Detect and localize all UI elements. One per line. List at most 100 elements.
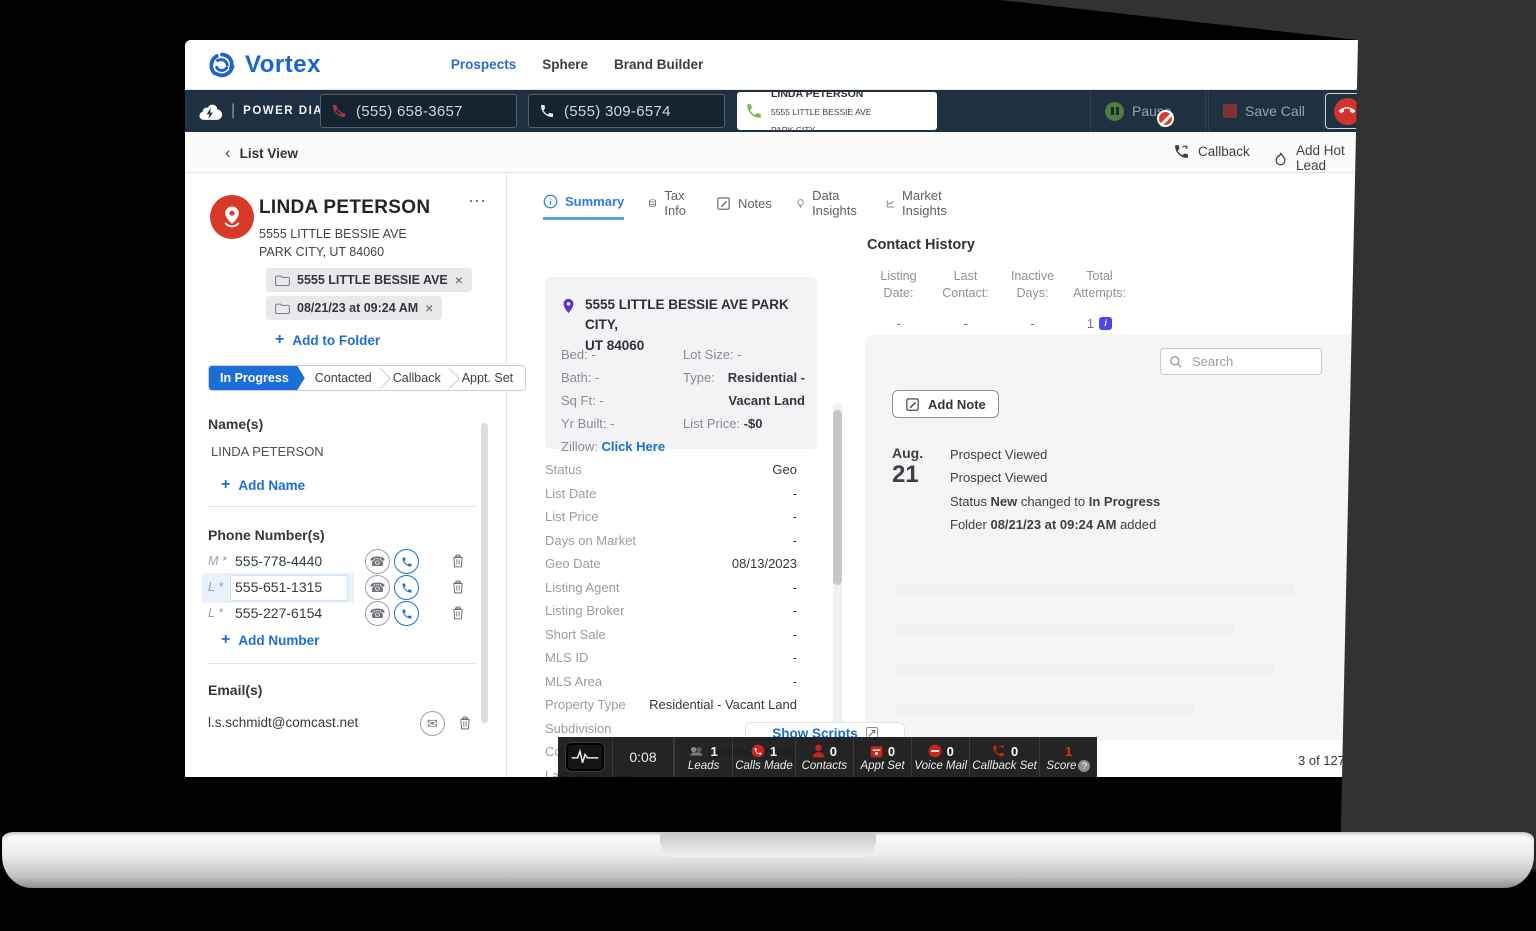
timeline-event: Prospect Viewed — [950, 447, 1047, 462]
stat-label: Inactive — [1011, 269, 1054, 283]
save-call-label: Save Call — [1245, 103, 1305, 119]
remove-folder-icon[interactable]: × — [425, 300, 433, 316]
dnc-phone-icon[interactable]: ☎ — [365, 575, 390, 600]
status-in-progress[interactable]: In Progress — [209, 365, 305, 391]
tab-tax-info[interactable]: Tax Info — [648, 188, 692, 226]
add-name-label: Add Name — [238, 478, 305, 493]
pause-button[interactable]: Pause — [1090, 90, 1206, 132]
detail-row: Property TypeResidential - Vacant Land — [545, 693, 797, 717]
zillow-link[interactable]: Click Here — [601, 439, 665, 454]
dialer-line-1[interactable]: (555) 658-3657 — [320, 94, 517, 128]
middle-panel-scrollbar-thumb[interactable] — [833, 410, 842, 585]
vortex-brand[interactable]: Vortex — [207, 50, 321, 80]
detail-value: - — [793, 576, 797, 600]
add-number-button[interactable]: + Add Number — [221, 631, 319, 649]
back-to-list-view[interactable]: ‹ List View — [225, 143, 298, 163]
search-input[interactable] — [1190, 353, 1305, 370]
property-panel: Summary Tax Info Notes Data Insights — [507, 173, 833, 777]
field-value: - — [599, 393, 603, 408]
delete-phone-icon[interactable] — [451, 579, 465, 595]
stat-value: 1 — [710, 744, 717, 759]
dnc-phone-icon[interactable]: ☎ — [365, 549, 390, 574]
detail-label: Geo Date — [545, 552, 601, 576]
stat-label: Voice Mail — [914, 760, 967, 772]
plus-icon: + — [275, 331, 284, 349]
zillow-label: Zillow: — [561, 439, 598, 454]
tab-notes-label: Notes — [738, 196, 772, 211]
phone-number: 555-227-6154 — [235, 605, 322, 621]
contact-history-heading: Contact History — [867, 237, 975, 253]
call-phone-icon[interactable] — [394, 601, 419, 626]
call-phone-icon[interactable] — [394, 575, 419, 600]
detail-label: List Date — [545, 482, 596, 506]
timeline-event-status-change: Status New changed to In Progress — [950, 494, 1160, 509]
add-to-folder-button[interactable]: + Add to Folder — [275, 331, 380, 349]
detail-value: Geo — [772, 458, 797, 482]
question-icon[interactable]: ? — [1078, 760, 1090, 772]
top-nav: Vortex Prospects Sphere Brand Builder — [185, 40, 1365, 90]
send-email-icon[interactable]: ✉ — [420, 711, 445, 736]
field-value: - — [737, 347, 741, 362]
contact-address-line2: PARK CITY, UT 84060 — [259, 245, 384, 259]
folder-chip-label: 08/21/23 at 09:24 AM — [297, 301, 418, 315]
call-phone-icon[interactable] — [394, 549, 419, 574]
left-panel-scrollbar[interactable] — [481, 423, 488, 723]
event-status-new: In Progress — [1089, 494, 1161, 509]
stat-label: Score? — [1046, 760, 1090, 772]
stat-leads: 1 Leads — [674, 737, 732, 777]
remove-folder-icon[interactable]: × — [455, 272, 463, 288]
field-label: Type: — [683, 366, 715, 412]
nav-tab-prospects[interactable]: Prospects — [451, 57, 516, 72]
history-panel: Contact History ListingDate: - LastConta… — [865, 173, 1365, 777]
stat-value: - — [1030, 316, 1034, 331]
email-row: l.s.schmidt@comcast.net ✉ — [208, 711, 484, 737]
callback-set-icon — [991, 744, 1006, 758]
delete-phone-icon[interactable] — [451, 553, 465, 569]
timeline-event: Prospect Viewed — [950, 470, 1047, 485]
phone-icon — [539, 103, 555, 119]
nav-tab-brand-builder[interactable]: Brand Builder — [614, 57, 703, 72]
add-name-button[interactable]: + Add Name — [221, 476, 305, 494]
dnc-phone-icon[interactable]: ☎ — [365, 601, 390, 626]
detail-row: MLS ID- — [545, 646, 797, 670]
property-fields-left: Bed: - Bath: - Sq Ft: - Yr Built: - Zill… — [561, 343, 665, 458]
stat-value: 1 — [1065, 744, 1072, 759]
add-hot-lead-button[interactable]: Add Hot Lead — [1273, 143, 1365, 173]
stat-value: 1 — [1087, 316, 1094, 331]
delete-phone-icon[interactable] — [451, 605, 465, 621]
overflow-menu-icon[interactable]: ⋯ — [468, 191, 487, 212]
list-view-toolbar: ‹ List View Callback Add Hot Lead — [185, 132, 1365, 173]
note-pencil-icon — [716, 196, 731, 211]
delete-email-icon[interactable] — [458, 715, 472, 731]
appt-set-icon — [870, 745, 883, 758]
detail-label: Listing Agent — [545, 576, 619, 600]
info-icon[interactable]: i — [1099, 317, 1112, 330]
event-text: added — [1116, 517, 1156, 532]
tab-data-insights[interactable]: Data Insights — [796, 188, 862, 226]
callback-button[interactable]: Callback — [1173, 143, 1250, 160]
tab-summary[interactable]: Summary — [543, 194, 624, 220]
nav-tab-sphere[interactable]: Sphere — [542, 57, 588, 72]
detail-label: Status — [545, 458, 582, 482]
dialer-line-2[interactable]: (555) 309-6574 — [528, 94, 725, 128]
active-call-card[interactable]: LINDA PETERSON 5555 LITTLE BESSIE AVE PA… — [737, 92, 937, 130]
record-pagination: 3 of 127 — [1298, 753, 1345, 768]
database-icon — [648, 196, 657, 211]
save-call-button[interactable]: Save Call — [1208, 90, 1324, 132]
save-call-icon — [1223, 104, 1237, 118]
history-search[interactable] — [1160, 348, 1322, 375]
add-note-button[interactable]: Add Note — [892, 390, 999, 418]
tab-notes[interactable]: Notes — [716, 196, 772, 219]
timeline-event-folder-added: Folder 08/21/23 at 09:24 AM added — [950, 517, 1156, 532]
stat-value: 0 — [888, 744, 895, 759]
folder-chip[interactable]: 5555 LITTLE BESSIE AVE × — [266, 268, 472, 292]
ekg-monitor-icon[interactable] — [566, 743, 604, 771]
detail-label: Listing Broker — [545, 599, 624, 623]
folder-chip[interactable]: 08/21/23 at 09:24 AM × — [266, 296, 442, 320]
name-value: LINDA PETERSON — [211, 444, 324, 459]
phone-busy-icon — [331, 103, 347, 119]
stat-label: Callback Set — [972, 760, 1037, 772]
brand-name: Vortex — [245, 51, 321, 79]
stat-label: Appt Set — [860, 760, 904, 772]
stat-label: Days: — [1017, 286, 1049, 300]
